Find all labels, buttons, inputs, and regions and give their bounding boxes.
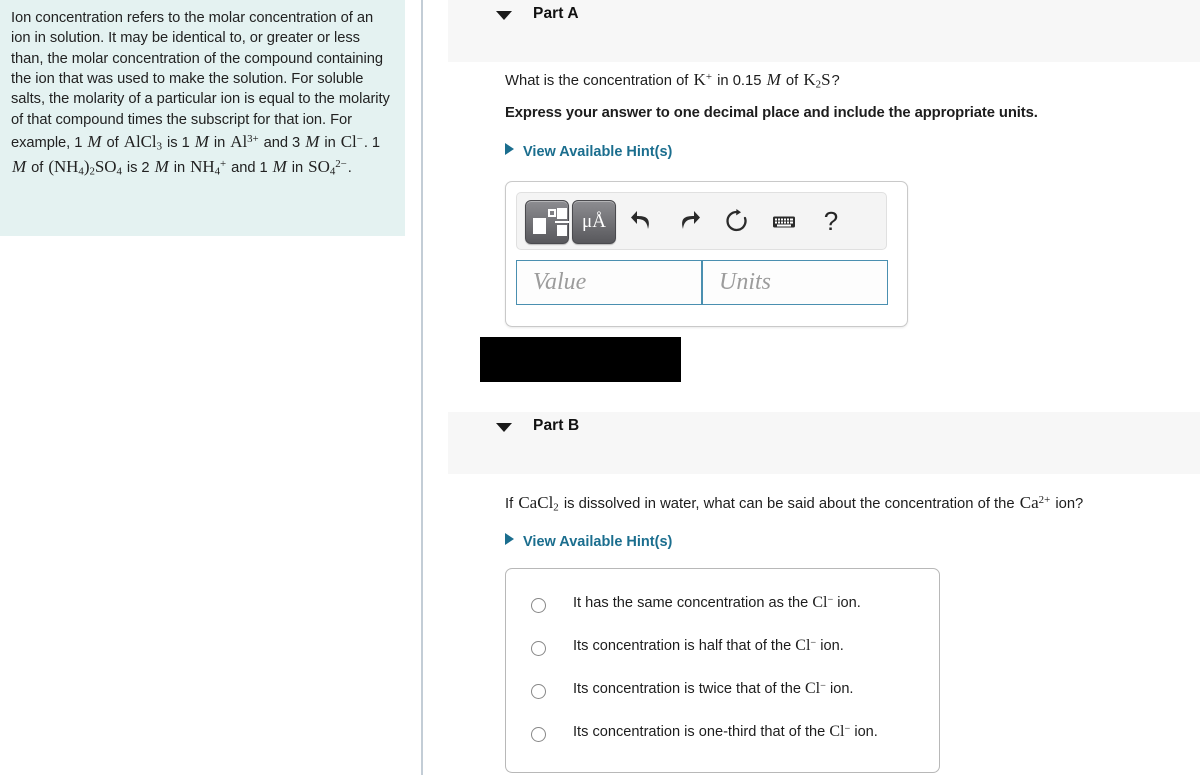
part-a-instruction: Express your answer to one decimal place… (505, 105, 1038, 121)
option-suffix-3: ion. (850, 724, 878, 740)
option-suffix-1: ion. (816, 638, 844, 654)
help-icon[interactable]: ? (814, 204, 848, 238)
part-b-question-prefix: If (505, 496, 518, 512)
part-b-hint-label: View Available Hint(s) (523, 534, 673, 550)
part-b-question: If CaCl2 is dissolved in water, what can… (505, 493, 1083, 513)
info-math-clminus: Cl− (340, 132, 363, 152)
part-b-question-suffix: ion? (1051, 496, 1084, 512)
part-b-title: Part B (533, 417, 580, 434)
info-math-so42minus: SO42− (308, 156, 347, 177)
hint-expand-caret-icon (505, 143, 514, 155)
answer-entry-card: μÅ ? Value Units (505, 181, 908, 327)
collapse-caret-icon[interactable] (496, 423, 512, 432)
option-text-2: Its concentration is twice that of the (573, 681, 805, 697)
redaction-block (480, 337, 681, 382)
undo-icon[interactable] (625, 204, 659, 238)
part-b-question-mid: is dissolved in water, what can be said … (559, 496, 1019, 512)
info-panel: Ion concentration refers to the molar co… (0, 0, 405, 236)
radio-button-icon[interactable] (531, 598, 546, 613)
part-a-question-of: of (781, 73, 803, 89)
hint-expand-caret-icon (505, 533, 514, 545)
option-row[interactable]: Its concentration is twice that of the C… (526, 678, 926, 708)
template-square-large-icon (533, 218, 546, 234)
part-a-question-prefix: What is the concentration of (505, 73, 693, 89)
info-math-m2: M (194, 132, 209, 152)
option-label: It has the same concentration as the Cl−… (573, 594, 861, 612)
part-b-compound: CaCl2 (518, 493, 559, 514)
unit-tool-label: μÅ (582, 211, 606, 232)
template-fraction-bar-icon (555, 221, 569, 223)
option-species-3: Cl− (829, 723, 851, 740)
option-label: Its concentration is twice that of the C… (573, 680, 854, 698)
option-label: Its concentration is one-third that of t… (573, 723, 878, 741)
info-math-m5: M (154, 156, 169, 176)
info-math-m3: M (305, 132, 320, 152)
units-input[interactable] (702, 260, 888, 305)
value-input[interactable] (516, 260, 702, 305)
option-row[interactable]: Its concentration is half that of the Cl… (526, 635, 926, 665)
template-tool-icon[interactable] (525, 200, 569, 244)
keyboard-icon[interactable] (767, 204, 801, 238)
option-text-3: Its concentration is one-third that of t… (573, 724, 830, 740)
template-square-top-icon (557, 208, 567, 219)
redo-icon[interactable] (672, 204, 706, 238)
option-species-2: Cl− (805, 680, 826, 697)
part-a-view-hints-link[interactable]: View Available Hint(s) (505, 143, 672, 160)
part-a-question: What is the concentration of K+ in 0.15 … (505, 70, 840, 90)
info-math-m1: M (87, 132, 102, 152)
radio-button-icon[interactable] (531, 641, 546, 656)
info-math-nh4plus: NH4+ (190, 156, 227, 177)
radio-button-icon[interactable] (531, 684, 546, 699)
collapse-caret-icon[interactable] (496, 11, 512, 20)
part-a-question-suffix: ? (831, 73, 840, 89)
part-a-question-mid: in 0.15 (712, 73, 766, 89)
option-row[interactable]: Its concentration is one-third that of t… (526, 721, 926, 751)
template-square-bottom-icon (557, 225, 567, 236)
info-math-m6: M (272, 156, 287, 176)
option-text-0: It has the same concentration as the (573, 595, 813, 611)
info-panel-text: Ion concentration refers to the molar co… (11, 10, 390, 177)
part-a-hint-label: View Available Hint(s) (523, 144, 673, 160)
part-b-species: Ca2+ (1019, 493, 1051, 512)
template-square-outline-icon (548, 209, 556, 217)
part-b-view-hints-link[interactable]: View Available Hint(s) (505, 533, 672, 550)
option-label: Its concentration is half that of the Cl… (573, 637, 844, 655)
info-math-al3plus: Al3+ (230, 132, 259, 152)
part-a-title: Part A (533, 5, 579, 22)
option-text-1: Its concentration is half that of the (573, 638, 796, 654)
info-math-nh42so4: (NH4)2SO4 (48, 156, 122, 177)
radio-button-icon[interactable] (531, 727, 546, 742)
part-b-header[interactable]: Part B (448, 412, 1200, 474)
option-row[interactable]: It has the same concentration as the Cl−… (526, 592, 926, 622)
info-math-alcl3: AlCl3 (123, 132, 162, 153)
part-a-header[interactable]: Part A (448, 0, 1200, 62)
option-suffix-2: ion. (825, 681, 854, 697)
info-math-m4: M (12, 156, 27, 176)
part-a-compound: K2S (803, 70, 831, 91)
part-b-options-list: It has the same concentration as the Cl−… (505, 568, 940, 773)
reset-icon[interactable] (720, 204, 754, 238)
part-a-unit-molar: M (766, 70, 781, 89)
answer-toolbar: μÅ ? (516, 192, 887, 250)
option-species-1: Cl− (795, 637, 817, 654)
unit-tool-icon[interactable]: μÅ (572, 200, 616, 244)
part-a-species: K+ (693, 70, 712, 89)
option-species-0: Cl− (812, 594, 834, 611)
option-suffix-0: ion. (833, 595, 861, 611)
problem-content-column: Part A What is the concentration of K+ i… (423, 0, 1200, 775)
info-text-s0: Ion concentration refers to the molar co… (11, 10, 390, 152)
